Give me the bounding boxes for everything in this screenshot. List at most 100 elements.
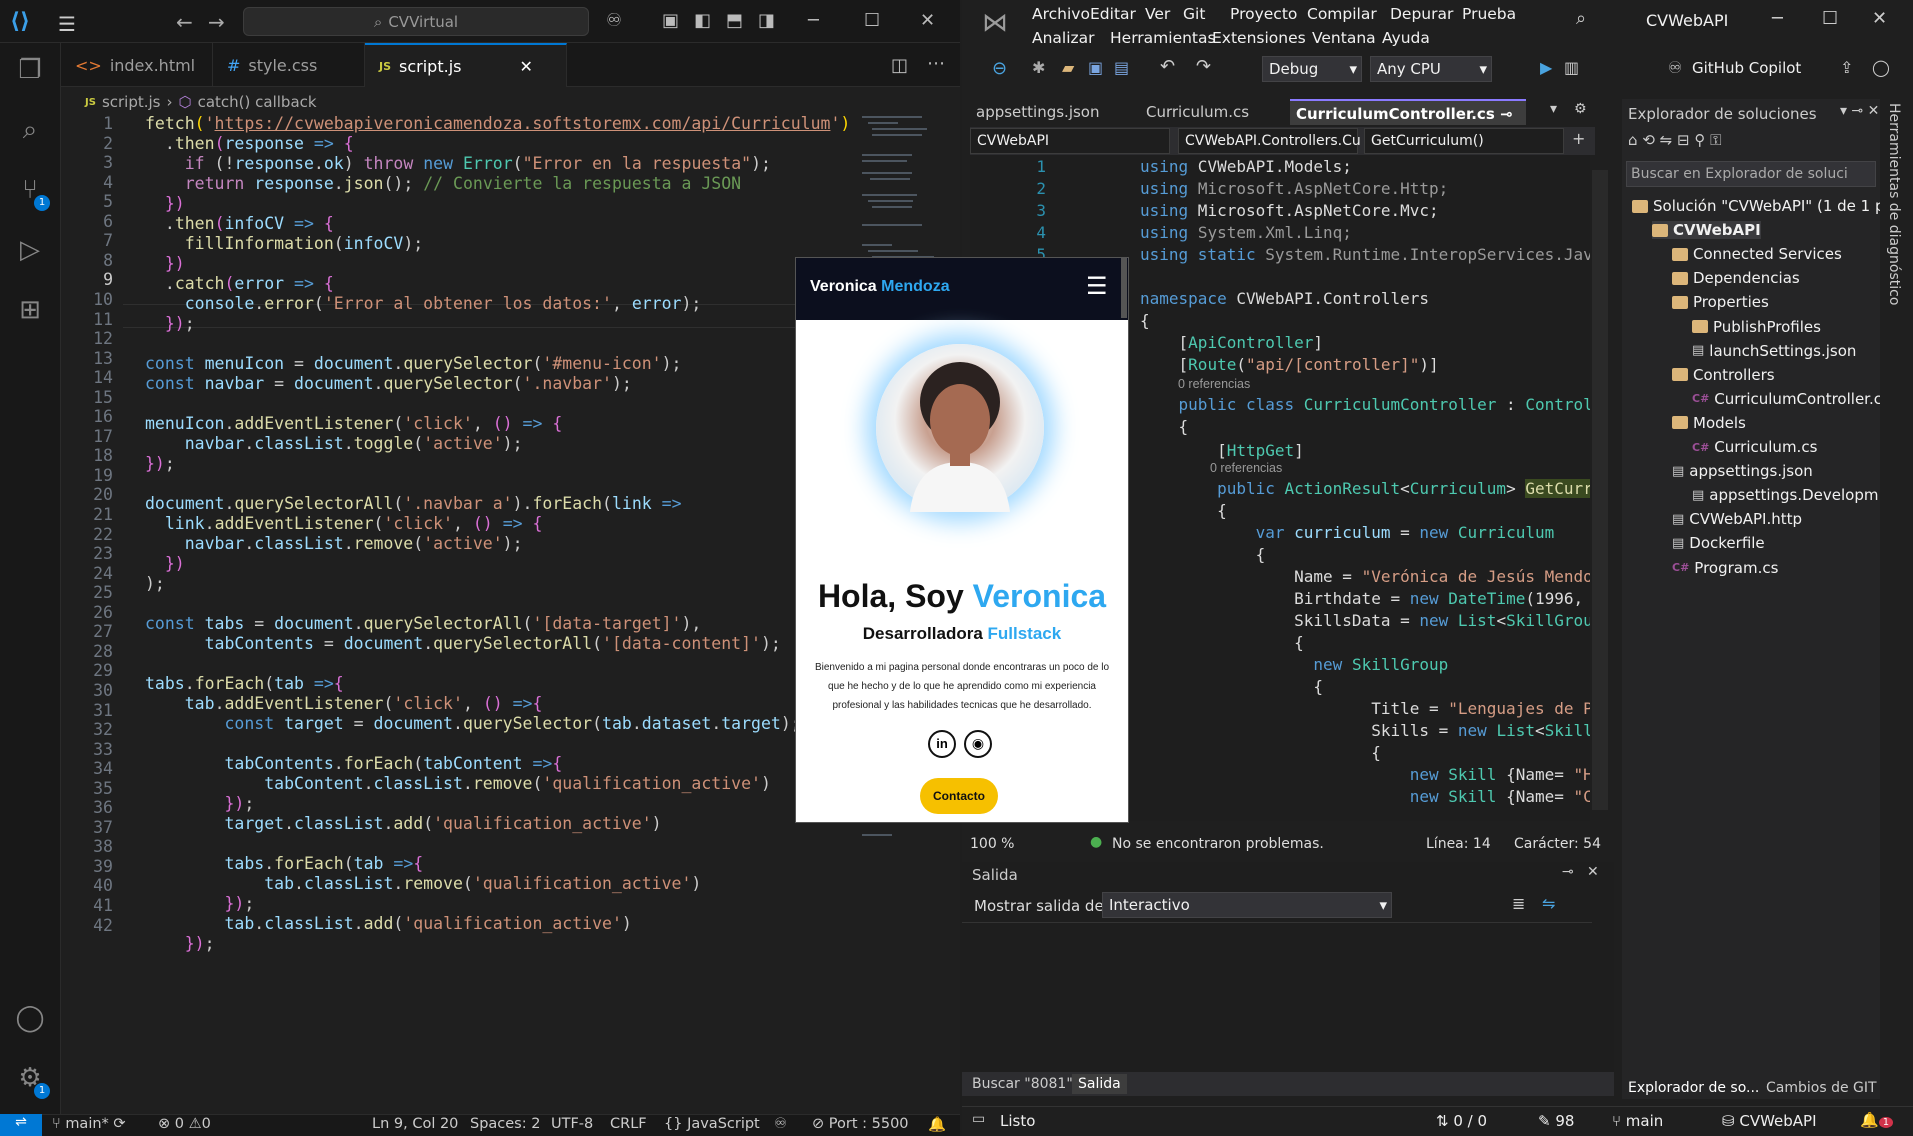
platform-dropdown[interactable]: Any CPU ▾ [1370,56,1492,82]
editor-settings-icon[interactable]: ⚙ [1574,101,1587,117]
linkedin-icon[interactable]: in [928,730,956,758]
settings-gear-icon[interactable]: ⚙ 1 [14,1063,50,1099]
maximize-icon[interactable]: ☐ [1822,8,1838,29]
solution-tree-item[interactable]: C# CurriculumController.c [1692,390,1882,408]
minimize-icon[interactable]: ─ [808,10,819,31]
properties-icon[interactable]: ⚿ [1710,131,1721,149]
solution-tree-item[interactable]: ▤ launchSettings.json [1692,342,1856,360]
end-of-line[interactable]: CRLF [610,1116,647,1132]
member-dropdown[interactable]: GetCurriculum() [1364,128,1564,154]
codelens-references[interactable]: 0 referencias [1210,461,1282,475]
code-editor[interactable]: 1 2 3 4 5 6 7 8 9 10 11 12 13 14 15 16 17 18 19 20 21 22 23 24 2… [61,114,863,1110]
preview-scrollbar[interactable] [1121,258,1127,318]
notifications-icon[interactable]: 🔔 [928,1116,946,1133]
tab-solution-explorer[interactable]: Explorador de so... [1628,1080,1759,1096]
class-dropdown[interactable]: CVWebAPI.Controllers.Cu [1178,128,1361,154]
vertical-scrollbar[interactable] [1592,170,1608,810]
menu-herramientas[interactable]: Herramientas [1110,29,1216,47]
vs-notifications-icon[interactable]: 🔔 1 [1860,1111,1894,1129]
word-wrap-icon[interactable]: ≣ [1512,894,1525,913]
pin-icon[interactable]: ⊸ [1500,105,1513,123]
live-server-port[interactable]: ⊘ Port : 5500 [812,1116,909,1132]
github-icon[interactable]: ◉ [964,730,992,758]
problems-indicator[interactable]: ⊗ 0 ⚠0 [158,1116,211,1132]
save-icon[interactable]: ▣ [1088,58,1103,77]
run-debug-icon[interactable]: ▷ [14,235,46,267]
tab-find-results[interactable]: Buscar "8081" [972,1076,1073,1092]
new-item-icon[interactable]: ✱ [1032,58,1045,77]
solution-tree-item[interactable]: Properties [1672,293,1769,311]
menu-ver[interactable]: Ver [1145,5,1170,23]
solution-tree-item[interactable]: Dependencias [1672,269,1800,287]
solution-tree-item[interactable]: Controllers [1672,366,1775,384]
menu-archivo[interactable]: Archivo [1032,5,1090,23]
toggle-secondary-sidebar-icon[interactable]: ◨ [758,10,775,31]
tab-git-changes[interactable]: Cambios de GIT [1766,1080,1877,1096]
nav-back-icon[interactable]: ⊖ [992,58,1007,79]
solution-search-input[interactable]: Buscar en Explorador de soluci [1626,161,1876,187]
toggle-wrap-icon[interactable]: ⇋ [1542,894,1555,913]
panel-pin-icon[interactable]: ⊸ [1562,864,1574,880]
split-editor-icon[interactable]: ◫ [891,55,908,76]
more-actions-icon[interactable]: ⋯ [927,53,945,74]
start-debug-icon[interactable]: ▶ [1540,58,1552,77]
output-text-area[interactable] [962,922,1592,1072]
share-icon[interactable]: ⇪ [1840,58,1853,77]
tab-output[interactable]: Salida [1072,1074,1127,1094]
tab-appsettings-json[interactable]: appsettings.json [970,99,1134,125]
project-dropdown[interactable]: CVWebAPI [970,128,1170,154]
hamburger-menu-icon[interactable]: ☰ [58,12,76,36]
issues-label[interactable]: No se encontraron problemas. [1112,836,1324,852]
save-all-icon[interactable]: ▤ [1114,58,1129,77]
command-search-input[interactable]: ⌕ CVVirtual [243,7,589,36]
tab-script-js[interactable]: JS script.js ✕ [365,43,567,87]
menu-depurar[interactable]: Depurar [1390,5,1453,23]
solution-tree-item[interactable]: C# Curriculum.cs [1692,438,1817,456]
solution-tree-item[interactable]: Models [1672,414,1746,432]
config-dropdown[interactable]: Debug ▾ [1262,56,1362,82]
indentation[interactable]: Spaces: 2 [470,1116,540,1132]
undo-icon[interactable]: ↶ [1160,56,1175,77]
solution-tree-item[interactable]: Solución "CVWebAPI" (1 de 1 pr [1632,197,1891,215]
tab-curriculumcontroller-cs[interactable]: CurriculumController.cs ⊸ ✕ [1290,99,1526,149]
close-tab-icon[interactable]: ✕ [519,57,532,76]
copilot-status-icon[interactable]: ♾ [774,1116,787,1132]
cursor-position[interactable]: Ln 9, Col 20 [372,1116,458,1132]
solution-tree-item[interactable]: ▤ appsettings.json [1672,462,1813,480]
toggle-sidebar-icon[interactable]: ◧ [694,10,711,31]
menu-proyecto[interactable]: Proyecto [1230,5,1297,23]
menu-ayuda[interactable]: Ayuda [1382,29,1430,47]
menu-editar[interactable]: Editar [1090,5,1136,23]
breadcrumb-symbol[interactable]: catch() callback [198,93,317,111]
contact-button[interactable]: Contacto [920,778,998,814]
encoding[interactable]: UTF-8 [551,1116,593,1132]
codelens-references[interactable]: 0 referencias [1178,377,1250,391]
panel-menu-icon[interactable]: ▾ ⊸ ✕ [1840,103,1879,119]
menu-hamburger-icon[interactable]: ☰ [1086,272,1108,300]
toggle-panel-icon[interactable]: ⬒ [726,10,743,31]
close-window-icon[interactable]: ✕ [920,10,935,31]
forward-arrow-icon[interactable]: → [208,10,225,34]
pending-edits[interactable]: ✎ 98 [1538,1112,1574,1130]
solution-tree-item[interactable]: ▤ CVWebAPI.http [1672,510,1802,528]
github-copilot-icon[interactable]: ♾ [1668,58,1682,77]
breadcrumb-file[interactable]: script.js [102,93,161,111]
close-window-icon[interactable]: ✕ [1872,8,1887,29]
vs-branch[interactable]: ⑂ main [1612,1112,1663,1130]
account-icon[interactable]: ◯ [14,1003,46,1035]
git-updown[interactable]: ⇅ 0 / 0 [1436,1112,1487,1130]
explorer-icon[interactable]: ❐ [14,55,46,87]
minimize-icon[interactable]: ─ [1772,8,1783,29]
menu-ventana[interactable]: Ventana [1312,29,1376,47]
layout-icon[interactable]: ▣ [662,10,679,31]
user-icon[interactable]: ◯ [1872,58,1890,77]
menu-compilar[interactable]: Compilar [1307,5,1377,23]
tab-index-html[interactable]: <> index.html [61,43,213,87]
history-icon[interactable]: ⟲ [1642,131,1655,149]
tab-style-css[interactable]: # style.css [213,43,365,87]
site-brand[interactable]: Veronica Mendoza [810,278,950,296]
menu-analizar[interactable]: Analizar [1032,29,1095,47]
tab-curriculum-cs[interactable]: Curriculum.cs [1140,99,1260,125]
vs-repo[interactable]: ⛁ CVWebAPI [1722,1112,1817,1130]
solution-tree-item[interactable]: Connected Services [1672,245,1842,263]
